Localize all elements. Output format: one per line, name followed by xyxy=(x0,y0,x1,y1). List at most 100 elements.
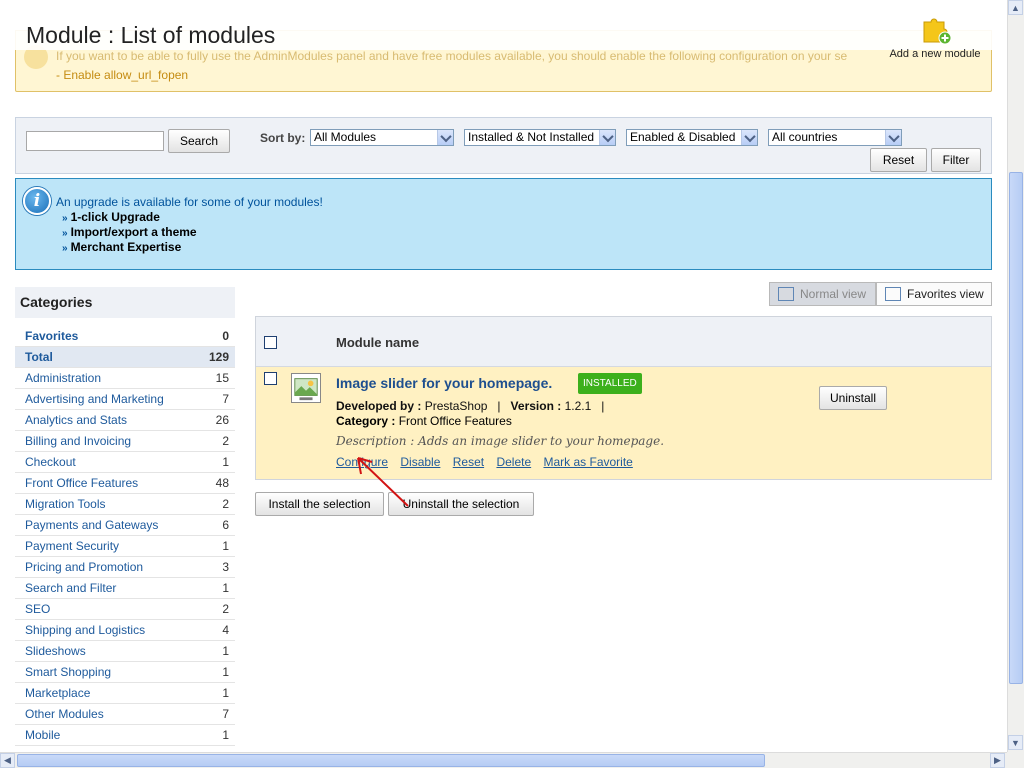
category-name: Search and Filter xyxy=(25,581,117,595)
scrollbar-corner xyxy=(1007,752,1024,768)
chevron-down-icon xyxy=(437,130,453,145)
uninstall-button[interactable]: Uninstall xyxy=(819,386,887,410)
bullet-icon: » xyxy=(62,243,68,254)
category-count: 26 xyxy=(215,413,229,427)
category-count: 2 xyxy=(222,434,229,448)
normal-view-icon xyxy=(778,287,794,301)
category-item[interactable]: Marketplace 1 xyxy=(15,683,235,704)
category-item[interactable]: Checkout 1 xyxy=(15,452,235,473)
category-name: Payment Security xyxy=(25,539,120,553)
category-name: Shipping and Logistics xyxy=(25,623,146,637)
category-count: 7 xyxy=(222,707,229,721)
category-name: Payments and Gateways xyxy=(25,518,159,532)
version: 1.2.1 xyxy=(564,399,592,413)
reset-link[interactable]: Reset xyxy=(453,455,484,469)
upgrade-link-label: Merchant Expertise xyxy=(70,240,182,254)
module-name[interactable]: Image slider for your homepage. xyxy=(336,375,552,391)
category-count: 2 xyxy=(222,602,229,616)
filter-bar: Search Sort by: All Modules Installed & … xyxy=(15,117,992,174)
module-category: Category : Front Office Features xyxy=(336,414,512,428)
module-type-select[interactable]: All Modules xyxy=(310,129,454,146)
category-item[interactable]: Migration Tools 2 xyxy=(15,494,235,515)
category-item[interactable]: Shipping and Logistics 4 xyxy=(15,620,235,641)
sort-label: Sort by: xyxy=(260,131,306,145)
scroll-down-icon[interactable]: ▼ xyxy=(1008,735,1023,750)
category-item[interactable]: SEO 2 xyxy=(15,599,235,620)
add-module-button[interactable]: Add a new module xyxy=(885,12,985,60)
category-item[interactable]: Advertising and Marketing 7 xyxy=(15,389,235,410)
horizontal-scrollbar[interactable]: ◀ ▶ xyxy=(0,752,1007,768)
category-count: 1 xyxy=(222,455,229,469)
upgrade-link-label: 1-click Upgrade xyxy=(70,210,160,224)
upgrade-link[interactable]: » 1-click Upgrade xyxy=(62,210,197,225)
reset-button[interactable]: Reset xyxy=(870,148,927,172)
module-type-value: All Modules xyxy=(314,130,377,144)
select-all-checkbox[interactable] xyxy=(264,336,277,349)
category-name: Advertising and Marketing xyxy=(25,392,164,406)
vertical-scrollbar[interactable]: ▲ ▼ xyxy=(1007,0,1024,752)
upgrade-link[interactable]: » Merchant Expertise xyxy=(62,240,197,255)
vertical-scroll-thumb[interactable] xyxy=(1009,172,1023,684)
module-meta: Developed by : PrestaShop | Version : 1.… xyxy=(336,399,605,413)
scroll-right-icon[interactable]: ▶ xyxy=(990,753,1005,768)
category-item[interactable]: Administration 15 xyxy=(15,368,235,389)
normal-view-button[interactable]: Normal view xyxy=(769,282,876,306)
category-name: Front Office Features xyxy=(25,476,139,490)
enabled-status-value: Enabled & Disabled xyxy=(630,130,736,144)
category-item[interactable]: Billing and Invoicing 2 xyxy=(15,431,235,452)
scroll-up-icon[interactable]: ▲ xyxy=(1008,0,1023,15)
category-name: Migration Tools xyxy=(25,497,106,511)
category-count: 15 xyxy=(215,371,229,385)
category-name: Pricing and Promotion xyxy=(25,560,144,574)
chevron-down-icon xyxy=(741,130,757,145)
category-item[interactable]: Front Office Features 48 xyxy=(15,473,235,494)
category-count: 129 xyxy=(208,350,229,364)
category-name: Other Modules xyxy=(25,707,104,721)
category-item[interactable]: Payments and Gateways 6 xyxy=(15,515,235,536)
category-count: 6 xyxy=(222,518,229,532)
category-item[interactable]: Smart Shopping 1 xyxy=(15,662,235,683)
category-name: Total xyxy=(25,350,53,364)
scroll-left-icon[interactable]: ◀ xyxy=(0,753,15,768)
category-name: Mobile xyxy=(25,728,61,742)
filter-button[interactable]: Filter xyxy=(931,148,981,172)
category-item[interactable]: Favorites 0 xyxy=(15,326,235,347)
horizontal-scroll-thumb[interactable] xyxy=(17,754,765,767)
category-name: SEO xyxy=(25,602,51,616)
category-count: 0 xyxy=(222,329,229,343)
search-input[interactable] xyxy=(26,131,164,151)
categories-list: Favorites 0 Total 129 Administration 15 Adv… xyxy=(15,326,235,746)
page-title: Module : List of modules xyxy=(26,22,276,48)
category-name: Administration xyxy=(25,371,102,385)
search-button[interactable]: Search xyxy=(168,129,230,153)
category-count: 1 xyxy=(222,686,229,700)
delete-link[interactable]: Delete xyxy=(496,455,531,469)
category-count: 1 xyxy=(222,539,229,553)
column-module-name: Module name xyxy=(336,335,420,350)
favorites-view-button[interactable]: Favorites view xyxy=(876,282,992,306)
category-item[interactable]: Search and Filter 1 xyxy=(15,578,235,599)
category-item[interactable]: Analytics and Stats 26 xyxy=(15,410,235,431)
image-slider-icon xyxy=(291,373,321,403)
category-name: Smart Shopping xyxy=(25,665,112,679)
category-label: Category : xyxy=(336,414,396,428)
enabled-status-select[interactable]: Enabled & Disabled xyxy=(626,129,758,146)
developer: PrestaShop xyxy=(424,399,488,413)
install-status-select[interactable]: Installed & Not Installed xyxy=(464,129,616,146)
category-item[interactable]: Payment Security 1 xyxy=(15,536,235,557)
category-count: 4 xyxy=(222,623,229,637)
bullet-icon: » xyxy=(62,228,68,239)
category-item[interactable]: Other Modules 7 xyxy=(15,704,235,725)
country-select[interactable]: All countries xyxy=(768,129,902,146)
upgrade-link[interactable]: » Import/export a theme xyxy=(62,225,197,240)
category-item[interactable]: Total 129 xyxy=(15,347,235,368)
mark-favorite-link[interactable]: Mark as Favorite xyxy=(543,455,632,469)
favorites-view-label: Favorites view xyxy=(907,287,984,301)
category-name: Slideshows xyxy=(25,644,86,658)
category-item[interactable]: Pricing and Promotion 3 xyxy=(15,557,235,578)
upgrade-notice: i An upgrade is available for some of yo… xyxy=(15,178,992,270)
category-item[interactable]: Mobile 1 xyxy=(15,725,235,746)
category-item[interactable]: Slideshows 1 xyxy=(15,641,235,662)
module-checkbox[interactable] xyxy=(264,372,277,385)
chevron-down-icon xyxy=(599,130,615,145)
